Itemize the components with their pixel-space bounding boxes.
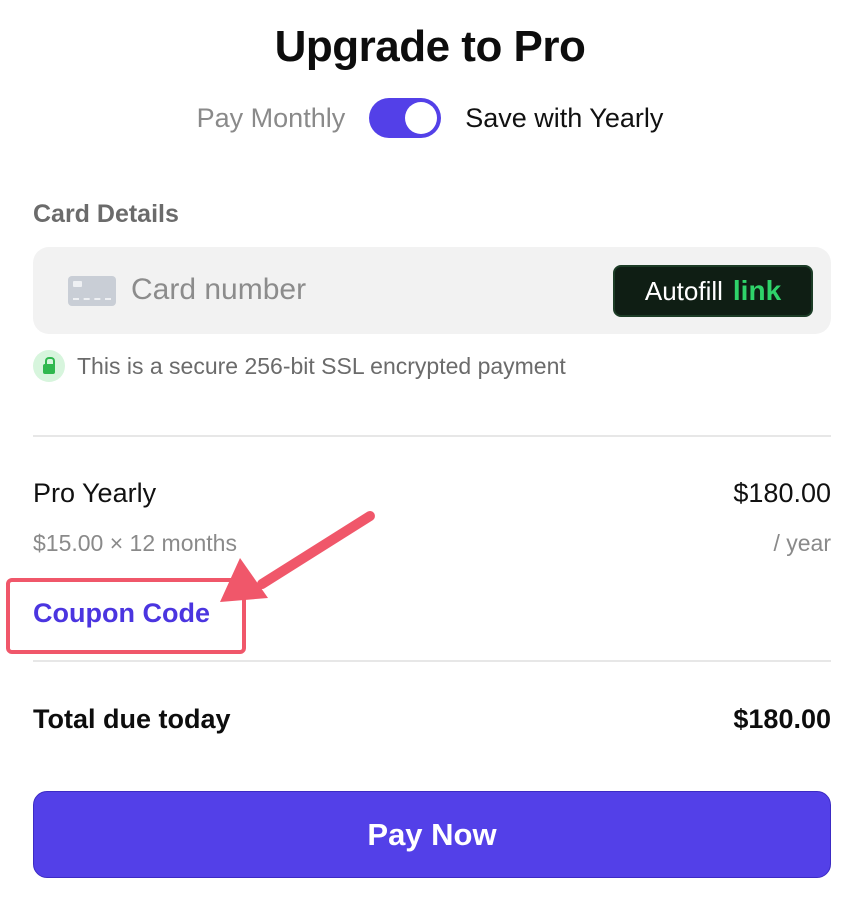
secure-note-text: This is a secure 256-bit SSL encrypted p… bbox=[77, 352, 566, 379]
coupon-code-link[interactable]: Coupon Code bbox=[33, 598, 210, 629]
plan-period: / year bbox=[773, 530, 831, 556]
plan-price: $180.00 bbox=[733, 478, 831, 508]
link-brand-logo: link bbox=[732, 275, 782, 306]
billing-toggle-row: Pay Monthly Save with Yearly bbox=[0, 98, 860, 138]
total-due-label: Total due today bbox=[33, 704, 231, 734]
switch-knob bbox=[405, 102, 438, 134]
secure-payment-note: This is a secure 256-bit SSL encrypted p… bbox=[33, 350, 566, 382]
plan-name: Pro Yearly bbox=[33, 478, 157, 508]
pay-now-button[interactable]: Pay Now bbox=[33, 791, 831, 878]
divider-top bbox=[33, 435, 831, 437]
credit-card-icon bbox=[68, 276, 116, 306]
autofill-link-button[interactable]: Autofill link bbox=[613, 265, 813, 317]
arrow-shaft bbox=[257, 511, 375, 589]
billing-period-switch[interactable] bbox=[369, 98, 442, 138]
card-details-label: Card Details bbox=[33, 200, 179, 228]
card-chip bbox=[73, 281, 82, 287]
autofill-label: Autofill bbox=[644, 275, 723, 306]
card-digits bbox=[73, 298, 111, 300]
divider-bottom bbox=[33, 660, 831, 662]
lock-icon bbox=[33, 350, 65, 382]
pay-monthly-label[interactable]: Pay Monthly bbox=[197, 103, 346, 134]
card-number-field: Autofill link bbox=[33, 247, 831, 334]
plan-breakdown: $15.00 × 12 months bbox=[33, 530, 237, 556]
total-due-amount: $180.00 bbox=[733, 704, 831, 734]
card-number-input[interactable] bbox=[131, 267, 591, 313]
checkout-page: Upgrade to Pro Pay Monthly Save with Yea… bbox=[0, 0, 860, 904]
lock-body bbox=[43, 364, 55, 374]
save-yearly-label[interactable]: Save with Yearly bbox=[465, 103, 663, 134]
page-title: Upgrade to Pro bbox=[274, 22, 586, 71]
